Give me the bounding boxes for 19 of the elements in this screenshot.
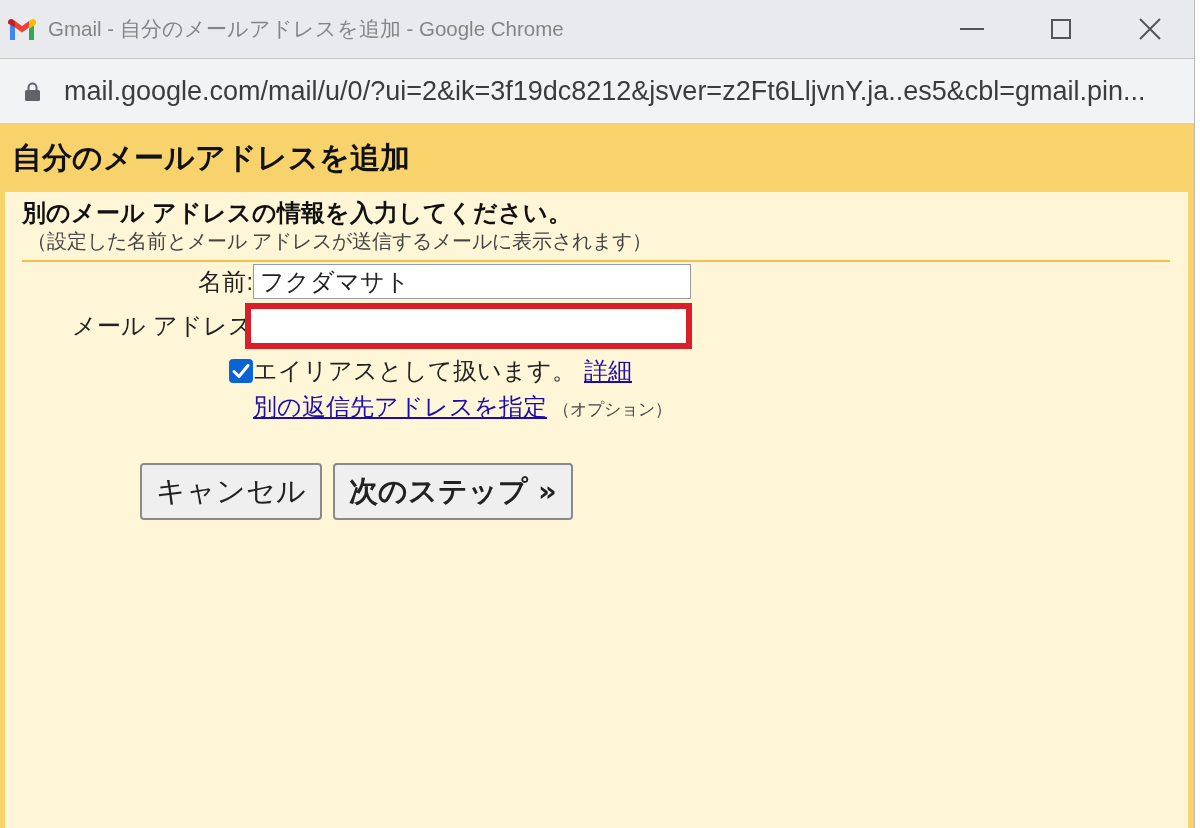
field-label: 名前: — [198, 267, 253, 297]
dialog-title: 自分のメールアドレスを追加 — [12, 139, 410, 176]
details-link[interactable]: 詳細 — [584, 355, 632, 387]
cancel-button[interactable]: キャンセル — [140, 463, 322, 520]
form-note: （設定した名前とメール アドレスが送信するメールに表示されます） — [27, 229, 653, 254]
optional-note: （オプション） — [553, 399, 672, 421]
window-title: Gmail - 自分のメールアドレスを追加 - Google Chrome — [48, 16, 564, 42]
alias-checkbox[interactable] — [229, 359, 253, 383]
lock-icon — [25, 81, 40, 101]
alias-label: エイリアスとして扱います。 — [253, 357, 576, 386]
gmail-logo-icon — [8, 18, 36, 40]
email-input-field[interactable] — [245, 303, 692, 349]
next-step-button[interactable]: 次のステップ » — [333, 463, 573, 520]
form-heading: 別のメール アドレスの情報を入力してください。 — [22, 199, 572, 228]
close-icon — [1138, 18, 1161, 40]
maximize-icon — [1050, 19, 1071, 39]
minimize-icon — [959, 28, 984, 30]
name-input-field[interactable]: フクダマサト — [253, 264, 691, 299]
reply-to-link[interactable]: 別の返信先アドレスを指定 — [253, 391, 547, 423]
